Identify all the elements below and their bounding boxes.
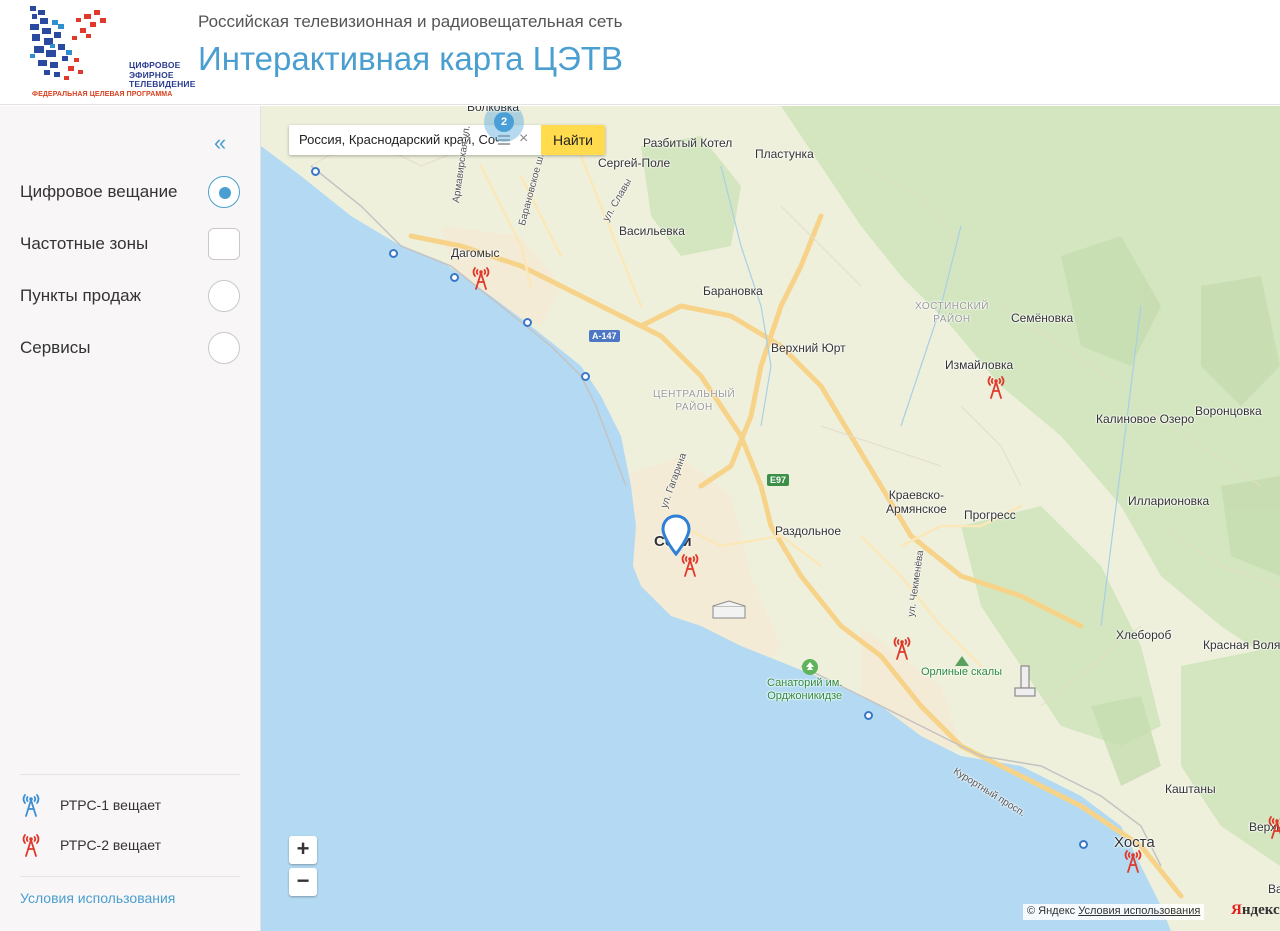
place-label: Разбитый Котел [643, 136, 733, 150]
red-tower-icon[interactable] [891, 635, 913, 661]
park-poi-icon[interactable] [801, 658, 819, 676]
legend-rtrs-1: РТРС-1 вещает [20, 792, 240, 820]
place-label: Илларионовка [1128, 494, 1210, 508]
radio-services[interactable] [208, 332, 240, 364]
zoom-in-button[interactable]: + [289, 836, 317, 864]
blue-tower-icon [22, 794, 40, 817]
logo-subtitle: ФЕДЕРАЛЬНАЯ ЦЕЛЕВАЯ ПРОГРАММА [32, 91, 173, 98]
search-button[interactable]: Найти [541, 125, 605, 155]
menu-item-label: Частотные зоны [20, 234, 149, 253]
map-terms-link[interactable]: Условия использования [1078, 905, 1200, 917]
station-marker[interactable] [311, 167, 320, 176]
place-label: Прогресс [964, 508, 1016, 522]
station-marker[interactable] [450, 273, 459, 282]
radio-digital-broadcast[interactable] [208, 176, 240, 208]
station-marker[interactable] [864, 711, 873, 720]
menu-item-sales-points[interactable]: Пункты продаж [20, 280, 242, 312]
place-label: Сергей-Поле [598, 156, 671, 170]
station-marker[interactable] [523, 318, 532, 327]
legend-rtrs-2: РТРС-2 вещает [20, 832, 240, 860]
place-label: Дагомыс [451, 246, 500, 260]
radio-selected-dot [219, 187, 231, 199]
place-label: Пластунка [755, 147, 814, 161]
menu-item-digital-broadcast[interactable]: Цифровое вещание [20, 176, 242, 208]
place-label: Васильевка [619, 224, 685, 238]
menu-item-label: Сервисы [20, 338, 91, 357]
district-label: ХОСТИНСКИЙ РАЙОН [915, 301, 989, 325]
place-label: Семёновка [1011, 311, 1074, 325]
place-label: Краевско- Армянское [886, 488, 947, 516]
place-label: Волковка [467, 106, 520, 114]
stadium-icon[interactable] [711, 600, 747, 620]
station-marker[interactable] [389, 249, 398, 258]
red-tower-icon[interactable] [470, 265, 492, 291]
place-label: Измайловка [945, 358, 1014, 372]
cluster-count: 2 [494, 112, 514, 132]
cetv-logo[interactable]: ЦИФРОВОЕ ЭФИРНОЕ ТЕЛЕВИДЕНИЕ ФЕДЕРАЛЬНАЯ… [28, 6, 195, 100]
sidebar: « Цифровое вещание Частотные зоны Пункты… [0, 106, 261, 931]
divider [20, 876, 240, 877]
logo-text: ЦИФРОВОЕ ЭФИРНОЕ ТЕЛЕВИДЕНИЕ [129, 60, 196, 89]
butterfly-logo-icon [30, 6, 106, 80]
menu-item-services[interactable]: Сервисы [20, 332, 242, 364]
place-label: Верхний Юрт [771, 341, 846, 355]
red-tower-icon[interactable] [985, 374, 1007, 400]
radio-sales-points[interactable] [208, 280, 240, 312]
place-label: Каштаны [1165, 782, 1216, 796]
red-tower-icon [22, 834, 40, 857]
station-marker[interactable] [1079, 840, 1088, 849]
yandex-logo-first-letter: Я [1231, 902, 1242, 918]
station-marker[interactable] [581, 372, 590, 381]
place-label: Барановка [703, 284, 763, 298]
legend-label: РТРС-2 вещает [60, 837, 161, 853]
place-label: Хлебороб [1116, 628, 1172, 642]
page-title: Интерактивная карта ЦЭТВ [198, 40, 623, 77]
collapse-sidebar-icon[interactable]: « [214, 130, 226, 156]
yandex-logo-rest: ндекс [1241, 902, 1280, 918]
road-shield-e97: Е97 [767, 474, 790, 486]
divider [20, 774, 240, 775]
place-label: Раздольное [775, 524, 842, 538]
landmark-tower-icon[interactable] [1011, 664, 1039, 698]
mountain-poi-icon[interactable] [955, 654, 969, 666]
menu-item-frequency-zones[interactable]: Частотные зоны [20, 228, 242, 260]
map-attribution: © Яндекс Условия использования [1023, 904, 1205, 920]
menu-item-label: Цифровое вещание [20, 182, 178, 201]
header-subtitle: Российская телевизионная и радиовещатель… [198, 12, 623, 31]
menu-item-label: Пункты продаж [20, 286, 141, 305]
yandex-logo[interactable]: Яндекс [1231, 902, 1280, 919]
red-tower-icon[interactable] [1122, 848, 1144, 874]
district-label: ЦЕНТРАЛЬНЫЙ РАЙОН [653, 389, 736, 413]
map-base-layer [261, 106, 1280, 931]
map-viewport[interactable]: × Найти 2 Волковка Разбитый Котел Пласту… [261, 106, 1280, 931]
place-label: Ва [1268, 882, 1280, 896]
place-label: Орлиные скалы [921, 666, 1003, 678]
map-search-box: × Найти [289, 125, 605, 155]
place-label: Санаторий им. Орджоникидзе [767, 677, 843, 702]
red-tower-icon[interactable] [1266, 814, 1280, 840]
place-label: Воронцовка [1195, 404, 1262, 418]
terms-link[interactable]: Условия использования [20, 890, 175, 906]
place-label: Калиновое Озеро [1096, 412, 1195, 426]
checkbox-frequency-zones[interactable] [208, 228, 240, 260]
road-shield-a147: А-147 [589, 330, 620, 342]
location-pin-icon[interactable] [661, 514, 691, 556]
legend-label: РТРС-1 вещает [60, 797, 161, 813]
header: ЦИФРОВОЕ ЭФИРНОЕ ТЕЛЕВИДЕНИЕ ФЕДЕРАЛЬНАЯ… [0, 0, 1280, 105]
copyright-text: © Яндекс [1027, 905, 1076, 917]
place-label: Красная Воля [1203, 638, 1280, 652]
zoom-out-button[interactable]: − [289, 868, 317, 896]
